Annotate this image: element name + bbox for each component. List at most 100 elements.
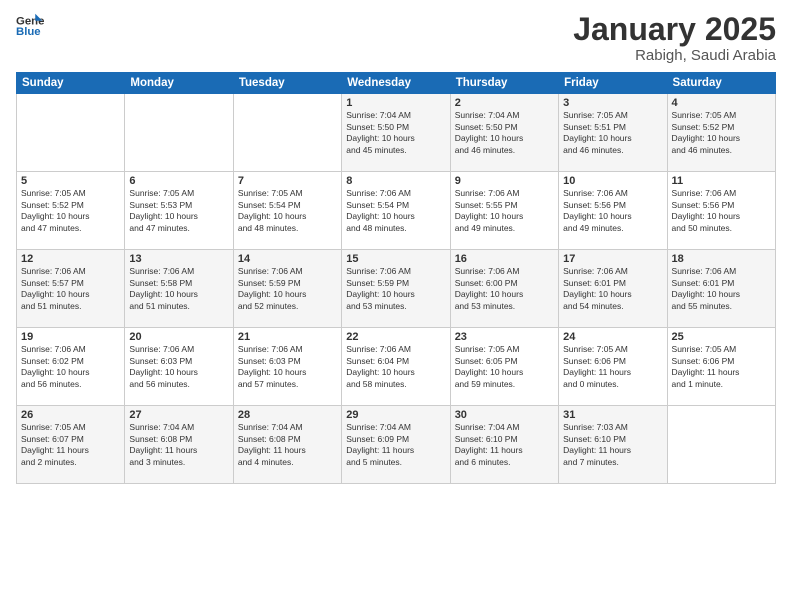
calendar-cell <box>17 94 125 172</box>
calendar-cell: 8Sunrise: 7:06 AMSunset: 5:54 PMDaylight… <box>342 172 450 250</box>
cell-info: Sunrise: 7:05 AMSunset: 5:51 PMDaylight:… <box>563 110 662 156</box>
day-number: 30 <box>455 409 554 421</box>
cell-info: Sunrise: 7:06 AMSunset: 5:59 PMDaylight:… <box>346 266 445 312</box>
calendar-cell <box>233 94 341 172</box>
cell-info: Sunrise: 7:05 AMSunset: 6:05 PMDaylight:… <box>455 344 554 390</box>
day-number: 6 <box>129 175 228 187</box>
calendar-cell: 18Sunrise: 7:06 AMSunset: 6:01 PMDayligh… <box>667 250 775 328</box>
day-number: 28 <box>238 409 337 421</box>
cell-info: Sunrise: 7:05 AMSunset: 5:52 PMDaylight:… <box>672 110 771 156</box>
day-number: 23 <box>455 331 554 343</box>
cell-info: Sunrise: 7:06 AMSunset: 6:00 PMDaylight:… <box>455 266 554 312</box>
week-row-4: 19Sunrise: 7:06 AMSunset: 6:02 PMDayligh… <box>17 328 776 406</box>
weekday-saturday: Saturday <box>667 73 775 94</box>
day-number: 13 <box>129 253 228 265</box>
cell-info: Sunrise: 7:06 AMSunset: 5:57 PMDaylight:… <box>21 266 120 312</box>
calendar-cell: 2Sunrise: 7:04 AMSunset: 5:50 PMDaylight… <box>450 94 558 172</box>
calendar-cell <box>667 406 775 484</box>
calendar-cell: 20Sunrise: 7:06 AMSunset: 6:03 PMDayligh… <box>125 328 233 406</box>
cell-info: Sunrise: 7:05 AMSunset: 6:07 PMDaylight:… <box>21 422 120 468</box>
day-number: 16 <box>455 253 554 265</box>
calendar-cell: 9Sunrise: 7:06 AMSunset: 5:55 PMDaylight… <box>450 172 558 250</box>
title-block: January 2025 Rabigh, Saudi Arabia <box>573 12 776 64</box>
calendar-subtitle: Rabigh, Saudi Arabia <box>573 47 776 64</box>
cell-info: Sunrise: 7:04 AMSunset: 6:08 PMDaylight:… <box>238 422 337 468</box>
day-number: 11 <box>672 175 771 187</box>
calendar-cell: 11Sunrise: 7:06 AMSunset: 5:56 PMDayligh… <box>667 172 775 250</box>
day-number: 27 <box>129 409 228 421</box>
calendar-cell: 6Sunrise: 7:05 AMSunset: 5:53 PMDaylight… <box>125 172 233 250</box>
cell-info: Sunrise: 7:06 AMSunset: 5:56 PMDaylight:… <box>563 188 662 234</box>
calendar-title: January 2025 <box>573 12 776 47</box>
calendar-cell: 5Sunrise: 7:05 AMSunset: 5:52 PMDaylight… <box>17 172 125 250</box>
day-number: 17 <box>563 253 662 265</box>
calendar-cell: 3Sunrise: 7:05 AMSunset: 5:51 PMDaylight… <box>559 94 667 172</box>
calendar-cell: 25Sunrise: 7:05 AMSunset: 6:06 PMDayligh… <box>667 328 775 406</box>
day-number: 31 <box>563 409 662 421</box>
cell-info: Sunrise: 7:06 AMSunset: 6:01 PMDaylight:… <box>672 266 771 312</box>
cell-info: Sunrise: 7:04 AMSunset: 6:09 PMDaylight:… <box>346 422 445 468</box>
week-row-1: 1Sunrise: 7:04 AMSunset: 5:50 PMDaylight… <box>17 94 776 172</box>
day-number: 9 <box>455 175 554 187</box>
day-number: 20 <box>129 331 228 343</box>
calendar-table: SundayMondayTuesdayWednesdayThursdayFrid… <box>16 72 776 484</box>
calendar-cell: 17Sunrise: 7:06 AMSunset: 6:01 PMDayligh… <box>559 250 667 328</box>
cell-info: Sunrise: 7:04 AMSunset: 6:10 PMDaylight:… <box>455 422 554 468</box>
header: General Blue January 2025 Rabigh, Saudi … <box>16 12 776 64</box>
day-number: 19 <box>21 331 120 343</box>
cell-info: Sunrise: 7:04 AMSunset: 5:50 PMDaylight:… <box>346 110 445 156</box>
calendar-cell: 15Sunrise: 7:06 AMSunset: 5:59 PMDayligh… <box>342 250 450 328</box>
cell-info: Sunrise: 7:06 AMSunset: 6:03 PMDaylight:… <box>238 344 337 390</box>
day-number: 18 <box>672 253 771 265</box>
weekday-sunday: Sunday <box>17 73 125 94</box>
calendar-cell: 21Sunrise: 7:06 AMSunset: 6:03 PMDayligh… <box>233 328 341 406</box>
calendar-cell: 14Sunrise: 7:06 AMSunset: 5:59 PMDayligh… <box>233 250 341 328</box>
cell-info: Sunrise: 7:06 AMSunset: 6:04 PMDaylight:… <box>346 344 445 390</box>
calendar-cell: 30Sunrise: 7:04 AMSunset: 6:10 PMDayligh… <box>450 406 558 484</box>
weekday-friday: Friday <box>559 73 667 94</box>
logo: General Blue <box>16 12 44 40</box>
weekday-header-row: SundayMondayTuesdayWednesdayThursdayFrid… <box>17 73 776 94</box>
calendar-cell <box>125 94 233 172</box>
day-number: 12 <box>21 253 120 265</box>
logo-icon: General Blue <box>16 12 44 40</box>
cell-info: Sunrise: 7:06 AMSunset: 5:54 PMDaylight:… <box>346 188 445 234</box>
cell-info: Sunrise: 7:04 AMSunset: 5:50 PMDaylight:… <box>455 110 554 156</box>
calendar-cell: 22Sunrise: 7:06 AMSunset: 6:04 PMDayligh… <box>342 328 450 406</box>
day-number: 8 <box>346 175 445 187</box>
weekday-thursday: Thursday <box>450 73 558 94</box>
calendar-cell: 27Sunrise: 7:04 AMSunset: 6:08 PMDayligh… <box>125 406 233 484</box>
day-number: 26 <box>21 409 120 421</box>
calendar-cell: 31Sunrise: 7:03 AMSunset: 6:10 PMDayligh… <box>559 406 667 484</box>
calendar-cell: 24Sunrise: 7:05 AMSunset: 6:06 PMDayligh… <box>559 328 667 406</box>
day-number: 10 <box>563 175 662 187</box>
day-number: 29 <box>346 409 445 421</box>
day-number: 22 <box>346 331 445 343</box>
day-number: 4 <box>672 97 771 109</box>
calendar-cell: 16Sunrise: 7:06 AMSunset: 6:00 PMDayligh… <box>450 250 558 328</box>
weekday-monday: Monday <box>125 73 233 94</box>
cell-info: Sunrise: 7:05 AMSunset: 5:53 PMDaylight:… <box>129 188 228 234</box>
day-number: 14 <box>238 253 337 265</box>
weekday-wednesday: Wednesday <box>342 73 450 94</box>
calendar-cell: 4Sunrise: 7:05 AMSunset: 5:52 PMDaylight… <box>667 94 775 172</box>
cell-info: Sunrise: 7:06 AMSunset: 5:59 PMDaylight:… <box>238 266 337 312</box>
calendar-page: General Blue January 2025 Rabigh, Saudi … <box>0 0 792 612</box>
calendar-cell: 23Sunrise: 7:05 AMSunset: 6:05 PMDayligh… <box>450 328 558 406</box>
cell-info: Sunrise: 7:06 AMSunset: 6:03 PMDaylight:… <box>129 344 228 390</box>
calendar-cell: 13Sunrise: 7:06 AMSunset: 5:58 PMDayligh… <box>125 250 233 328</box>
calendar-cell: 10Sunrise: 7:06 AMSunset: 5:56 PMDayligh… <box>559 172 667 250</box>
cell-info: Sunrise: 7:05 AMSunset: 5:52 PMDaylight:… <box>21 188 120 234</box>
cell-info: Sunrise: 7:04 AMSunset: 6:08 PMDaylight:… <box>129 422 228 468</box>
day-number: 7 <box>238 175 337 187</box>
week-row-5: 26Sunrise: 7:05 AMSunset: 6:07 PMDayligh… <box>17 406 776 484</box>
cell-info: Sunrise: 7:06 AMSunset: 5:58 PMDaylight:… <box>129 266 228 312</box>
calendar-cell: 26Sunrise: 7:05 AMSunset: 6:07 PMDayligh… <box>17 406 125 484</box>
week-row-3: 12Sunrise: 7:06 AMSunset: 5:57 PMDayligh… <box>17 250 776 328</box>
cell-info: Sunrise: 7:05 AMSunset: 6:06 PMDaylight:… <box>563 344 662 390</box>
weekday-tuesday: Tuesday <box>233 73 341 94</box>
day-number: 5 <box>21 175 120 187</box>
cell-info: Sunrise: 7:06 AMSunset: 5:55 PMDaylight:… <box>455 188 554 234</box>
cell-info: Sunrise: 7:03 AMSunset: 6:10 PMDaylight:… <box>563 422 662 468</box>
svg-text:Blue: Blue <box>16 26 41 38</box>
